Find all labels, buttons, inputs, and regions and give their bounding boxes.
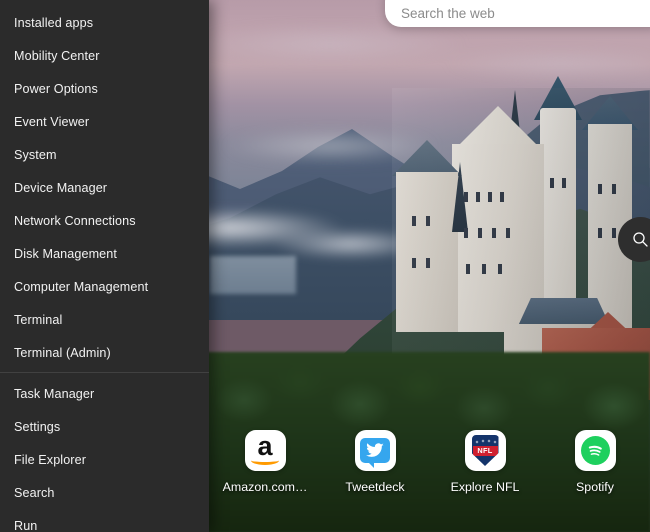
nfl-icon[interactable]: NFL [465, 430, 506, 471]
wallpaper-castle [392, 88, 650, 388]
amazon-icon[interactable]: a [245, 430, 286, 471]
menu-item-label: Search [14, 486, 55, 500]
power-menu-separator [0, 372, 209, 373]
nfl-banner: NFL [473, 446, 498, 456]
menu-item-label: Computer Management [14, 280, 148, 294]
search-input[interactable]: Search the web [385, 6, 495, 27]
menu-item-file-explorer[interactable]: File Explorer [0, 443, 209, 476]
nfl-wordmark: NFL [477, 446, 492, 456]
menu-item-label: Terminal [14, 313, 62, 327]
menu-item-label: Task Manager [14, 387, 94, 401]
menu-item-disk-management[interactable]: Disk Management [0, 237, 209, 270]
menu-item-label: Disk Management [14, 247, 117, 261]
menu-item-label: Device Manager [14, 181, 107, 195]
menu-item-search[interactable]: Search [0, 476, 209, 509]
nfl-stars [472, 438, 499, 446]
shortcut-amazon[interactable]: a Amazon.com… [215, 430, 315, 494]
shortcut-label: Tweetdeck [345, 480, 404, 494]
menu-item-label: Terminal (Admin) [14, 346, 111, 360]
menu-item-event-viewer[interactable]: Event Viewer [0, 105, 209, 138]
menu-item-task-manager[interactable]: Task Manager [0, 377, 209, 410]
menu-item-power-options[interactable]: Power Options [0, 72, 209, 105]
menu-item-label: Settings [14, 420, 60, 434]
menu-item-label: Mobility Center [14, 49, 100, 63]
castle-lower-roof [518, 298, 610, 326]
shortcut-label: Amazon.com… [223, 480, 308, 494]
menu-item-network-connections[interactable]: Network Connections [0, 204, 209, 237]
menu-item-system[interactable]: System [0, 138, 209, 171]
tweetdeck-icon[interactable] [355, 430, 396, 471]
menu-item-terminal[interactable]: Terminal [0, 303, 209, 336]
power-menu-primary-group: Installed apps Mobility Center Power Optio… [0, 6, 209, 369]
spotify-waves-icon [585, 440, 606, 461]
spotify-icon[interactable] [575, 430, 616, 471]
menu-item-terminal-admin[interactable]: Terminal (Admin) [0, 336, 209, 369]
amazon-smile-arrow [251, 456, 279, 465]
search-icon [632, 231, 649, 248]
castle-west-block [396, 172, 458, 332]
shortcut-nfl[interactable]: NFL Explore NFL [435, 430, 535, 494]
spotify-circle [581, 436, 610, 465]
desktop-shortcut-row: a Amazon.com… Tweetdeck [210, 430, 650, 506]
menu-item-installed-apps[interactable]: Installed apps [0, 6, 209, 39]
nfl-shield: NFL [472, 435, 499, 466]
web-search-box[interactable]: Search the web [385, 0, 650, 27]
menu-item-label: Run [14, 519, 37, 532]
menu-item-label: Network Connections [14, 214, 136, 228]
menu-item-mobility-center[interactable]: Mobility Center [0, 39, 209, 72]
power-menu-secondary-group: Task Manager Settings File Explorer Search R… [0, 377, 209, 532]
menu-item-settings[interactable]: Settings [0, 410, 209, 443]
shortcut-label: Explore NFL [451, 480, 520, 494]
desktop-screen: Search the web a Amazon.com… [0, 0, 650, 532]
twitter-bird-icon [365, 443, 385, 464]
menu-item-label: Installed apps [14, 16, 93, 30]
menu-item-label: System [14, 148, 57, 162]
tweetdeck-bubble [360, 438, 390, 463]
shortcut-tweetdeck[interactable]: Tweetdeck [325, 430, 425, 494]
shortcut-spotify[interactable]: Spotify [545, 430, 645, 494]
shortcut-label: Spotify [576, 480, 614, 494]
menu-item-device-manager[interactable]: Device Manager [0, 171, 209, 204]
menu-item-label: File Explorer [14, 453, 86, 467]
menu-item-run[interactable]: Run [0, 509, 209, 532]
power-user-menu: Installed apps Mobility Center Power Optio… [0, 0, 209, 532]
menu-item-label: Event Viewer [14, 115, 89, 129]
menu-item-label: Power Options [14, 82, 98, 96]
menu-item-computer-management[interactable]: Computer Management [0, 270, 209, 303]
